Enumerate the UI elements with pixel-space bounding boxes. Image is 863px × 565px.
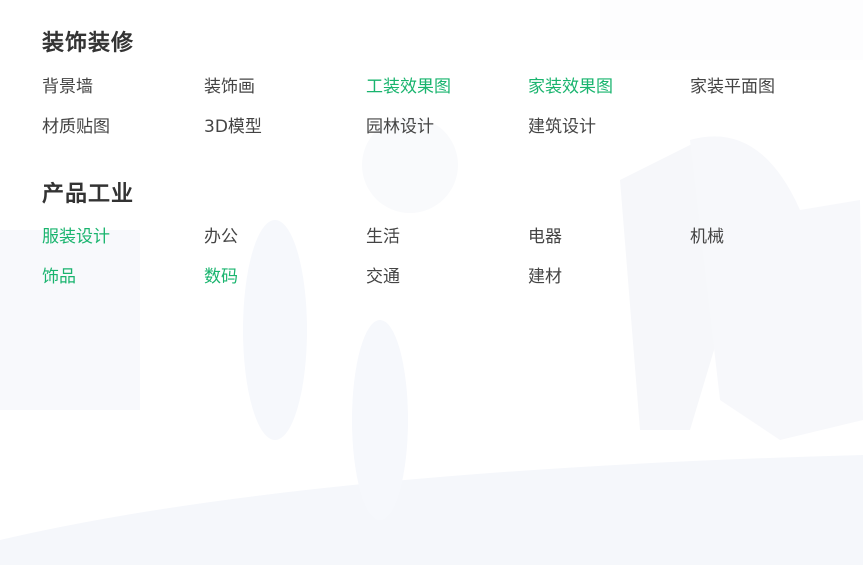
link-home-render[interactable]: 家装效果图 xyxy=(528,79,613,96)
link-commercial-render[interactable]: 工装效果图 xyxy=(366,79,451,96)
link-lifestyle[interactable]: 生活 xyxy=(366,229,400,246)
section-title-product-industry: 产品工业 xyxy=(42,182,135,207)
link-decorative-painting[interactable]: 装饰画 xyxy=(204,79,255,96)
link-material-texture[interactable]: 材质贴图 xyxy=(42,119,110,136)
link-accessories[interactable]: 饰品 xyxy=(42,269,76,286)
link-machinery[interactable]: 机械 xyxy=(690,229,724,246)
link-background-wall[interactable]: 背景墙 xyxy=(42,79,93,96)
link-fashion-design[interactable]: 服装设计 xyxy=(42,229,110,246)
link-digital[interactable]: 数码 xyxy=(204,269,238,286)
link-building-materials[interactable]: 建材 xyxy=(528,269,562,286)
link-3d-model[interactable]: 3D模型 xyxy=(204,119,262,136)
link-appliances[interactable]: 电器 xyxy=(528,229,562,246)
link-architecture-design[interactable]: 建筑设计 xyxy=(528,119,596,136)
link-home-floor-plan[interactable]: 家装平面图 xyxy=(690,79,775,96)
link-transportation[interactable]: 交通 xyxy=(366,269,400,286)
link-office[interactable]: 办公 xyxy=(204,229,238,246)
section-title-decoration: 装饰装修 xyxy=(42,31,135,56)
link-landscape-design[interactable]: 园林设计 xyxy=(366,119,434,136)
